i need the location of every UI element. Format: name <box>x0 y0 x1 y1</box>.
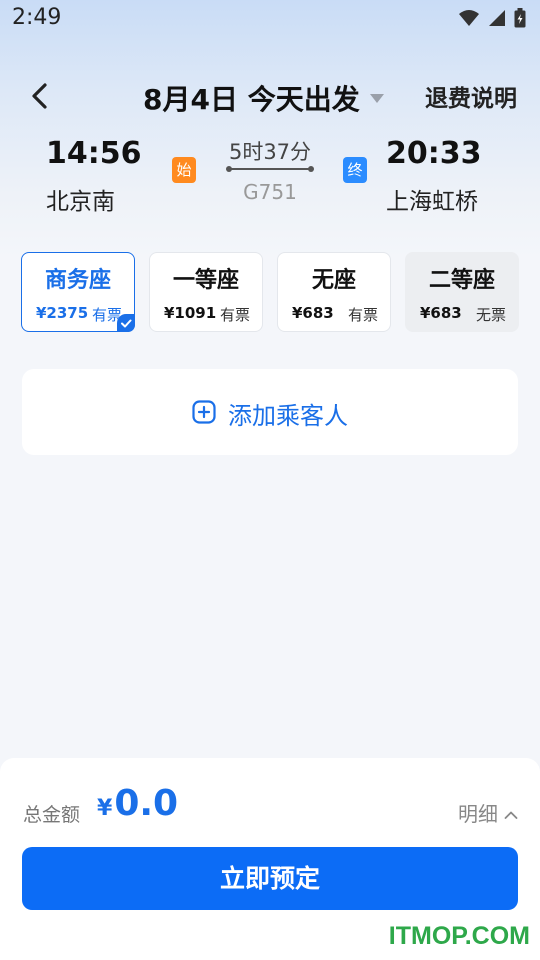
seat-name: 无座 <box>311 268 356 293</box>
seat-price: ¥2375 <box>36 304 89 322</box>
chevron-left-icon <box>32 83 47 109</box>
back-button[interactable] <box>24 78 56 114</box>
total-amount: ¥ 0.0 <box>97 783 178 824</box>
plus-square-icon <box>192 399 216 428</box>
total-value: 0.0 <box>114 783 179 824</box>
trip-duration: 5时37分 <box>228 140 312 164</box>
refund-policy-link[interactable]: 退费说明 <box>425 79 517 113</box>
add-passenger-label: 添加乘客人 <box>228 402 348 430</box>
wifi-icon <box>458 9 480 31</box>
chevron-up-icon <box>504 801 518 825</box>
status-icons <box>458 8 526 32</box>
date-selector[interactable]: 8月4日 今天出发 <box>143 78 384 118</box>
seat-availability: 有票 <box>219 306 250 324</box>
battery-icon <box>514 8 526 32</box>
watermark-logo: ITMOP.COM <box>388 922 530 950</box>
seat-price: ¥683 <box>292 304 334 322</box>
add-passenger-button[interactable]: 添加乘客人 <box>22 369 518 455</box>
status-bar: 2:49 <box>0 0 540 38</box>
total-label: 总金额 <box>23 804 81 826</box>
seat-option-first-class[interactable]: 一等座 ¥1091 有票 <box>149 252 263 332</box>
signal-icon <box>488 9 506 31</box>
departure-station: 北京南 <box>46 189 115 215</box>
top-nav: 8月4日 今天出发 退费说明 <box>0 70 540 120</box>
status-time: 2:49 <box>12 5 62 30</box>
seat-name: 商务座 <box>44 268 111 293</box>
seat-class-selector: 商务座 ¥2375 有票 一等座 ¥1091 有票 无座 ¥683 有票 二等座… <box>21 252 519 332</box>
departure-time: 14:56 <box>46 136 142 171</box>
terminal-badge: 终 <box>343 157 367 183</box>
checkout-bar: 总金额 ¥ 0.0 明细 立即预定 ITMOP.COM <box>0 758 540 960</box>
seat-option-standing[interactable]: 无座 ¥683 有票 <box>277 252 391 332</box>
duration-line <box>226 166 314 172</box>
seat-option-second-class[interactable]: 二等座 ¥683 无票 <box>405 252 519 332</box>
detail-label: 明细 <box>458 802 498 826</box>
seat-availability: 无票 <box>475 306 506 324</box>
selected-check-icon <box>117 314 135 332</box>
price-detail-toggle[interactable]: 明细 <box>458 798 518 827</box>
origin-badge: 始 <box>172 157 196 183</box>
seat-price: ¥683 <box>420 304 462 322</box>
seat-price: ¥1091 <box>164 304 217 322</box>
seat-name: 一等座 <box>172 268 239 293</box>
add-passenger-content: 添加乘客人 <box>22 396 518 431</box>
arrival-time: 20:33 <box>386 136 482 171</box>
book-now-button[interactable]: 立即预定 <box>22 847 518 910</box>
currency-symbol: ¥ <box>97 796 113 821</box>
departure-date: 8月4日 今天出发 <box>143 83 360 116</box>
seat-name: 二等座 <box>428 268 495 293</box>
caret-down-icon <box>369 93 384 103</box>
train-info: 14:56 北京南 始 5时37分 G751 终 20:33 上海虹桥 <box>0 130 540 220</box>
train-number: G751 <box>243 180 297 204</box>
arrival-station: 上海虹桥 <box>386 189 478 215</box>
seat-option-business[interactable]: 商务座 ¥2375 有票 <box>21 252 135 332</box>
seat-availability: 有票 <box>347 306 378 324</box>
